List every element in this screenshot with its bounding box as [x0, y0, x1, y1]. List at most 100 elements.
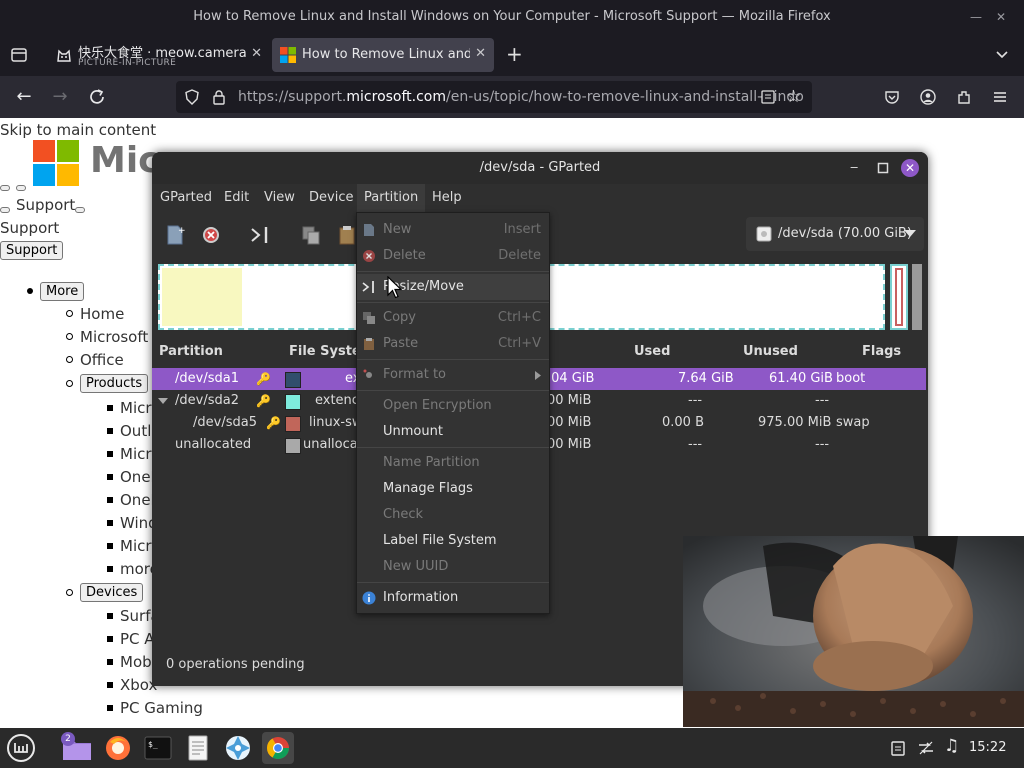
menu-item-label: Check — [383, 507, 423, 522]
taskbar-gparted[interactable] — [222, 732, 254, 764]
resize-move-icon[interactable] — [249, 224, 271, 246]
taskbar-text-editor[interactable] — [182, 732, 214, 764]
product-item[interactable]: Micr — [120, 399, 152, 417]
unused: --- — [815, 393, 830, 408]
taskbar-chromium[interactable] — [262, 732, 294, 764]
close-window-icon[interactable]: ✕ — [996, 0, 1006, 34]
menu-help[interactable]: Help — [425, 184, 469, 212]
chevron-down-icon[interactable] — [994, 47, 1010, 63]
expander-icon[interactable] — [158, 398, 168, 405]
products-button[interactable]: Products — [80, 374, 149, 393]
hamburger-menu-icon[interactable] — [992, 89, 1008, 105]
delete-partition-icon[interactable] — [200, 224, 222, 246]
tab-microsoft-support[interactable]: How to Remove Linux and I ✕ — [272, 38, 494, 72]
taskbar-firefox[interactable] — [102, 732, 134, 764]
new-partition-icon[interactable]: + — [164, 224, 186, 246]
list-bullet — [66, 310, 73, 317]
minimize-icon[interactable]: — — [970, 0, 982, 34]
menu-item-name-partition[interactable]: Name Partition — [357, 450, 549, 476]
extensions-icon[interactable] — [956, 89, 972, 105]
gparted-icon — [226, 736, 250, 760]
paste-icon[interactable] — [336, 224, 358, 246]
more-button[interactable]: More — [40, 282, 85, 301]
tab-close-icon[interactable]: ✕ — [475, 46, 486, 61]
tracking-shield-icon[interactable] — [184, 89, 200, 105]
column-used[interactable]: Used — [634, 340, 670, 364]
reader-view-icon[interactable] — [760, 89, 776, 105]
taskbar-terminal[interactable]: $_ — [142, 732, 174, 764]
nav-item-office[interactable]: Office — [80, 351, 124, 369]
small-button[interactable] — [16, 185, 26, 191]
small-button[interactable] — [0, 207, 10, 213]
small-button[interactable] — [0, 185, 10, 191]
partition-graph-unallocated[interactable] — [912, 264, 922, 330]
copy-icon[interactable] — [300, 224, 322, 246]
tab-close-icon[interactable]: ✕ — [251, 46, 262, 61]
support-link[interactable]: Support — [16, 196, 75, 214]
device-selector[interactable]: /dev/sda (70.00 GiB) — [746, 217, 924, 251]
menu-edit[interactable]: Edit — [217, 184, 256, 212]
nav-item-home[interactable]: Home — [80, 305, 124, 323]
product-item[interactable]: OneI — [120, 468, 155, 486]
url-text[interactable]: https://support.microsoft.com/en-us/topi… — [238, 81, 804, 113]
small-button[interactable] — [75, 207, 85, 213]
column-unused[interactable]: Unused — [743, 340, 798, 364]
menu-item-open-encryption[interactable]: Open Encryption — [357, 393, 549, 419]
back-icon[interactable]: ← — [13, 86, 35, 108]
partition-graph-sda5[interactable] — [890, 264, 908, 330]
menu-item-manage-flags[interactable]: Manage Flags — [357, 476, 549, 502]
menu-item-new-uuid[interactable]: New UUID — [357, 554, 549, 580]
product-item[interactable]: Micr — [120, 537, 152, 555]
music-icon[interactable]: ♫ — [944, 736, 959, 756]
column-flags[interactable]: Flags — [862, 340, 901, 364]
network-icon[interactable] — [917, 740, 935, 756]
support-button[interactable]: Support — [0, 241, 64, 260]
product-item[interactable]: Micr — [120, 445, 152, 463]
menu-item-resize-move[interactable]: Resize/Move — [357, 274, 549, 300]
menu-device[interactable]: Device — [302, 184, 360, 212]
pocket-icon[interactable] — [884, 89, 900, 105]
device-item[interactable]: PC Gaming — [120, 699, 203, 717]
clock[interactable]: 15:22 — [969, 740, 1006, 755]
close-icon[interactable]: ✕ — [901, 159, 919, 177]
microsoft-logo[interactable] — [33, 140, 79, 186]
column-partition[interactable]: Partition — [159, 340, 223, 364]
product-item[interactable]: Outl — [120, 422, 151, 440]
url-bar[interactable]: https://support.microsoft.com/en-us/topi… — [176, 81, 812, 113]
device-item[interactable]: PC A — [120, 630, 155, 648]
nav-item-microsoft365[interactable]: Microsoft 3 — [80, 328, 163, 346]
bookmark-star-icon[interactable]: ☆ — [786, 81, 801, 113]
account-icon[interactable] — [920, 89, 936, 105]
product-item[interactable]: OneI — [120, 491, 155, 509]
menu-item-format-to[interactable]: Format to — [357, 362, 549, 388]
new-tab-icon[interactable]: + — [506, 42, 523, 66]
menu-item-paste[interactable]: Paste Ctrl+V — [357, 331, 549, 357]
linux-mint-menu-icon[interactable] — [6, 733, 36, 763]
maximize-icon[interactable] — [877, 162, 889, 174]
gparted-title-bar[interactable]: /dev/sda - GParted ‒ ✕ — [152, 152, 928, 184]
menu-item-unmount[interactable]: Unmount — [357, 419, 549, 445]
tab-meow-camera[interactable]: 快乐大食堂 · meow.camera PICTURE-IN-PICTURE ✕ — [48, 38, 268, 72]
menu-gparted[interactable]: GParted — [153, 184, 219, 212]
menu-item-delete[interactable]: Delete Delete — [357, 243, 549, 269]
reload-icon[interactable] — [86, 86, 108, 108]
taskbar-files[interactable]: 2 — [61, 732, 93, 764]
tab-list-icon[interactable] — [10, 46, 28, 64]
menu-item-label-file-system[interactable]: Label File System — [357, 528, 549, 554]
menu-view[interactable]: View — [257, 184, 302, 212]
menu-item-information[interactable]: Information — [357, 585, 549, 611]
menu-item-label: New — [383, 222, 412, 237]
list-bullet — [107, 543, 113, 549]
forward-icon[interactable]: → — [49, 86, 71, 108]
picture-in-picture-video[interactable] — [683, 536, 1024, 727]
devices-button[interactable]: Devices — [80, 583, 144, 602]
clipboard-icon[interactable] — [890, 740, 906, 756]
device-item[interactable]: Mob — [120, 653, 152, 671]
lock-icon[interactable] — [212, 89, 226, 105]
menu-item-check[interactable]: Check — [357, 502, 549, 528]
minimize-icon[interactable]: ‒ — [850, 160, 858, 176]
menu-item-new[interactable]: New Insert — [357, 217, 549, 243]
menu-item-copy[interactable]: Copy Ctrl+C — [357, 305, 549, 331]
menu-partition[interactable]: Partition — [357, 184, 426, 212]
skip-link[interactable]: Skip to main content — [0, 121, 156, 139]
